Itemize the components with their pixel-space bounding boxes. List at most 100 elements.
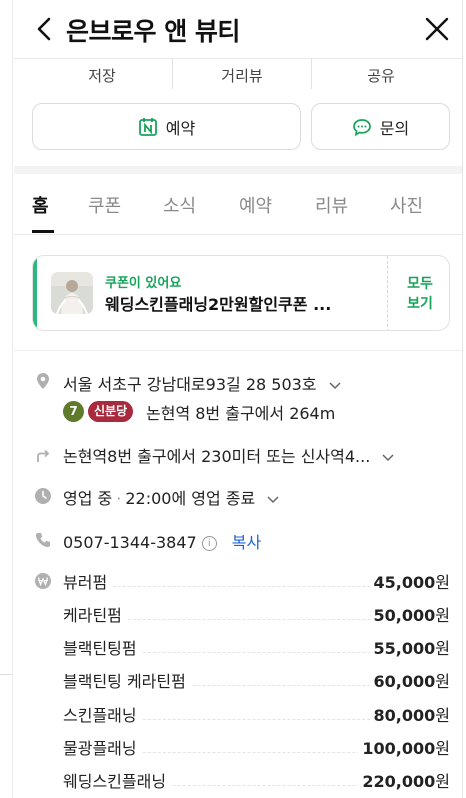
price-value: 60,000원 [369,668,450,692]
info-icon[interactable]: i [201,536,217,551]
inquiry-button[interactable]: 문의 [311,103,450,150]
price-row: 웨딩스킨플래닝 220,000원 [63,768,450,794]
price-amount: 80,000 [373,706,436,725]
subway-direction: 논현역 8번 출구에서 264m [146,404,336,423]
action-separator [311,59,312,89]
chevron-down-icon [329,381,341,389]
closing-time: 22:00에 영업 종료 [125,489,256,508]
left-divider [12,0,13,798]
tab-reservation[interactable]: 예약 [239,192,272,218]
price-unit: 원 [435,772,450,791]
price-unit: 원 [435,639,450,658]
price-value: 100,000원 [358,735,450,759]
price-amount: 100,000 [362,739,436,758]
price-item-name: 물광플래닝 [63,735,141,759]
phone-icon [36,533,50,547]
save-button[interactable]: 저장 [34,61,170,91]
separator-dot: · [116,489,122,508]
clock-icon [35,488,51,504]
route-row[interactable]: 논현역8번 출구에서 230미터 또는 신사역4... [63,443,395,467]
view-all-line1: 모두 [407,276,433,292]
left-edge-mark [0,674,12,675]
copy-phone-button[interactable]: 복사 [232,533,261,552]
price-value: 55,000원 [369,635,450,659]
won-currency-icon [35,573,51,589]
back-button[interactable] [30,14,60,44]
business-status: 영업 중 [63,489,113,508]
price-amount: 220,000 [362,772,436,791]
tab-coupon[interactable]: 쿠폰 [88,192,121,218]
chevron-down-icon [267,495,279,503]
price-unit: 원 [435,672,450,691]
view-all-line2: 보기 [407,296,433,312]
reserve-label: 예약 [165,118,196,138]
naver-booking-icon [138,117,157,136]
price-amount: 45,000 [373,573,436,592]
close-button[interactable] [423,15,451,43]
hours-row[interactable]: 영업 중 · 22:00에 영업 종료 [63,485,280,509]
price-value: 80,000원 [369,702,450,726]
inquiry-label: 문의 [379,118,410,138]
price-value: 45,000원 [369,569,450,593]
price-item-name: 블랙틴팅 케라틴펌 [63,668,190,692]
tab-bar: 홈 쿠폰 소식 예약 리뷰 사진 [14,174,462,235]
price-item-name: 블랙틴팅펌 [63,635,141,659]
right-divider [462,0,463,798]
price-value: 50,000원 [369,602,450,626]
street-view-button[interactable]: 거리뷰 [174,61,310,91]
action-separator [172,59,173,89]
active-tab-indicator [32,230,54,233]
address-row[interactable]: 서울 서초구 강남대로93길 28 503호 [63,371,342,395]
price-unit: 원 [435,573,450,592]
sinbundang-line-badge: 신분당 [88,401,134,422]
view-all-coupons-button[interactable]: 모두 보기 [389,274,449,314]
price-unit: 원 [435,739,450,758]
price-row: 스킨플래닝 80,000원 [63,702,450,728]
tab-news[interactable]: 소식 [163,192,196,218]
price-amount: 60,000 [373,672,436,691]
price-unit: 원 [435,606,450,625]
price-row: 케라틴펌 50,000원 [63,602,450,628]
price-row: 뷰러펌 45,000원 [63,569,450,595]
price-row: 블랙틴팅펌 55,000원 [63,635,450,661]
price-value: 220,000원 [358,768,450,792]
price-item-name: 케라틴펌 [63,602,126,626]
price-amount: 55,000 [373,639,436,658]
subway-line-7-badge: 7 [63,401,84,422]
price-unit: 원 [435,706,450,725]
header: 은브로우 앤 뷰티 [14,0,462,58]
coupon-accent-bar [33,256,37,330]
reserve-button[interactable]: 예약 [32,103,301,150]
coupon-thumbnail [51,272,93,314]
close-icon [425,17,449,41]
phone-number[interactable]: 0507-1344-3847 [63,533,197,552]
price-row: 블랙틴팅 케라틴펌 60,000원 [63,668,450,694]
tab-review[interactable]: 리뷰 [315,192,348,218]
chevron-left-icon [37,17,51,41]
price-item-name: 스킨플래닝 [63,702,141,726]
price-item-name: 뷰러펌 [63,569,112,593]
phone-row: 0507-1344-3847 i 복사 [63,529,261,553]
share-button[interactable]: 공유 [313,61,449,91]
bride-photo-icon [51,272,93,314]
route-text: 논현역8번 출구에서 230미터 또는 신사역4... [63,447,371,466]
tab-home[interactable]: 홈 [32,192,49,218]
coupon-subtitle: 쿠폰이 있어요 [105,276,182,291]
coupon-divider [387,256,388,330]
chat-bubble-icon [352,118,371,136]
chevron-down-icon [382,453,394,461]
coupon-card[interactable]: 쿠폰이 있어요 웨딩스킨플래닝2만원할인쿠폰 ... 모두 보기 [32,255,450,331]
address-text: 서울 서초구 강남대로93길 28 503호 [63,375,317,394]
price-item-name: 웨딩스킨플래닝 [63,768,171,792]
page-title: 은브로우 앤 뷰티 [66,17,240,46]
price-amount: 50,000 [373,606,436,625]
location-pin-icon [37,373,49,389]
place-detail-page: 은브로우 앤 뷰티 저장 거리뷰 공유 예약 문의 홈 쿠폰 소식 예약 리뷰 … [0,0,466,798]
section-gap [14,166,462,174]
coupon-title: 웨딩스킨플래닝2만원할인쿠폰 ... [105,295,332,314]
directions-icon [37,449,50,462]
top-action-bar: 저장 거리뷰 공유 [14,58,462,90]
tab-photo[interactable]: 사진 [390,192,423,218]
price-row: 물광플래닝 100,000원 [63,735,450,761]
info-divider [14,350,462,351]
